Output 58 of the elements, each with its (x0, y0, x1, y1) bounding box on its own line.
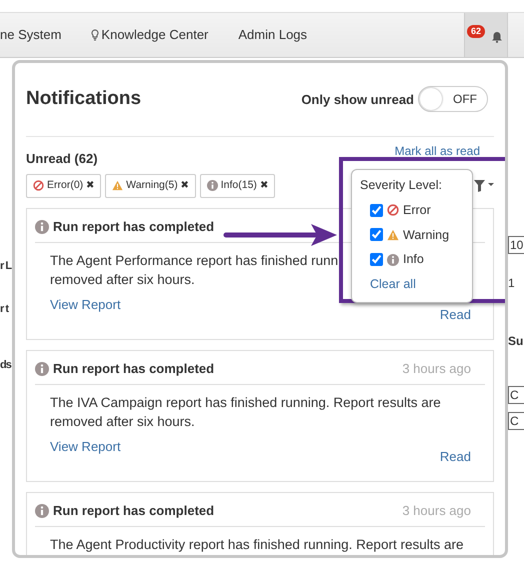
view-report-link[interactable]: View Report (50, 437, 121, 457)
info-icon (206, 180, 218, 192)
page-text: Su (508, 333, 524, 350)
section-heading: Unread (62) (26, 150, 98, 168)
message-line: The IVA Campaign report has finished running. Report results are (50, 394, 441, 412)
view-report-link[interactable]: View Report (50, 295, 121, 315)
panel-title: Notifications (26, 87, 142, 111)
read-link[interactable]: Read (440, 305, 471, 325)
filter-icon[interactable] (474, 178, 494, 193)
page-text: ds (0, 358, 12, 373)
nav-link[interactable]: Knowledge Center (91, 25, 208, 45)
chip-label: Info(15) (220, 178, 257, 193)
card-title: Run report has completed (53, 502, 214, 520)
remove-icon[interactable]: ✖ (86, 178, 94, 194)
lightbulb-icon (91, 29, 100, 41)
page-text: r t (0, 302, 10, 316)
option-label: Error (403, 202, 431, 219)
filter-chip[interactable]: Error(0) ✖ (26, 174, 102, 198)
dropdown-title: Severity Level: (360, 177, 443, 194)
count-badge: 62 (467, 25, 486, 38)
nav-link[interactable]: Admin Logs (238, 25, 308, 45)
warning-icon (387, 228, 399, 241)
clear-all-link[interactable]: Clear all (370, 275, 416, 294)
message-line: The Agent Performance report has finished runn (50, 252, 338, 270)
page-text: 1 (508, 275, 516, 292)
message-line: removed after six hours. (50, 413, 195, 432)
prohibited-icon (33, 180, 44, 192)
info-icon (35, 504, 49, 518)
card-title: Run report has completed (53, 218, 214, 236)
remove-icon[interactable]: ✖ (260, 178, 268, 194)
bell-icon[interactable] (491, 31, 503, 43)
warning-icon (112, 180, 124, 192)
mark-all-link[interactable]: Mark all as read (394, 142, 480, 160)
option-label: Warning (403, 226, 450, 244)
chip-label: Error(0) (47, 178, 84, 193)
toggle-label: Only show unread (301, 90, 414, 109)
toggle-switch[interactable]: OFF (418, 86, 488, 112)
prohibited-icon (387, 204, 399, 216)
nav-link[interactable]: ne System (0, 25, 62, 45)
timestamp: 3 hours ago (402, 502, 471, 520)
checkbox[interactable] (370, 253, 383, 266)
info-icon (35, 362, 49, 376)
filter-chip[interactable]: Info(15) ✖ (200, 174, 275, 198)
message-line: The Agent Productivity report has finished running. Report results are (50, 536, 464, 554)
message-line: removed after six hours. (50, 271, 195, 290)
info-icon (387, 254, 399, 266)
checkbox[interactable] (370, 228, 383, 242)
chip-label: Warning(5) (126, 178, 178, 193)
arrow-icon (223, 223, 337, 247)
read-link[interactable]: Read (440, 447, 471, 467)
info-icon (35, 220, 49, 234)
timestamp: 3 hours ago (402, 360, 471, 378)
remove-icon[interactable]: ✖ (180, 178, 189, 194)
page-text: r L (0, 259, 13, 274)
filter-chip[interactable]: Warning(5) ✖ (105, 174, 196, 198)
card-title: Run report has completed (53, 360, 214, 378)
option-label: Info (403, 251, 424, 268)
checkbox[interactable] (370, 204, 383, 217)
